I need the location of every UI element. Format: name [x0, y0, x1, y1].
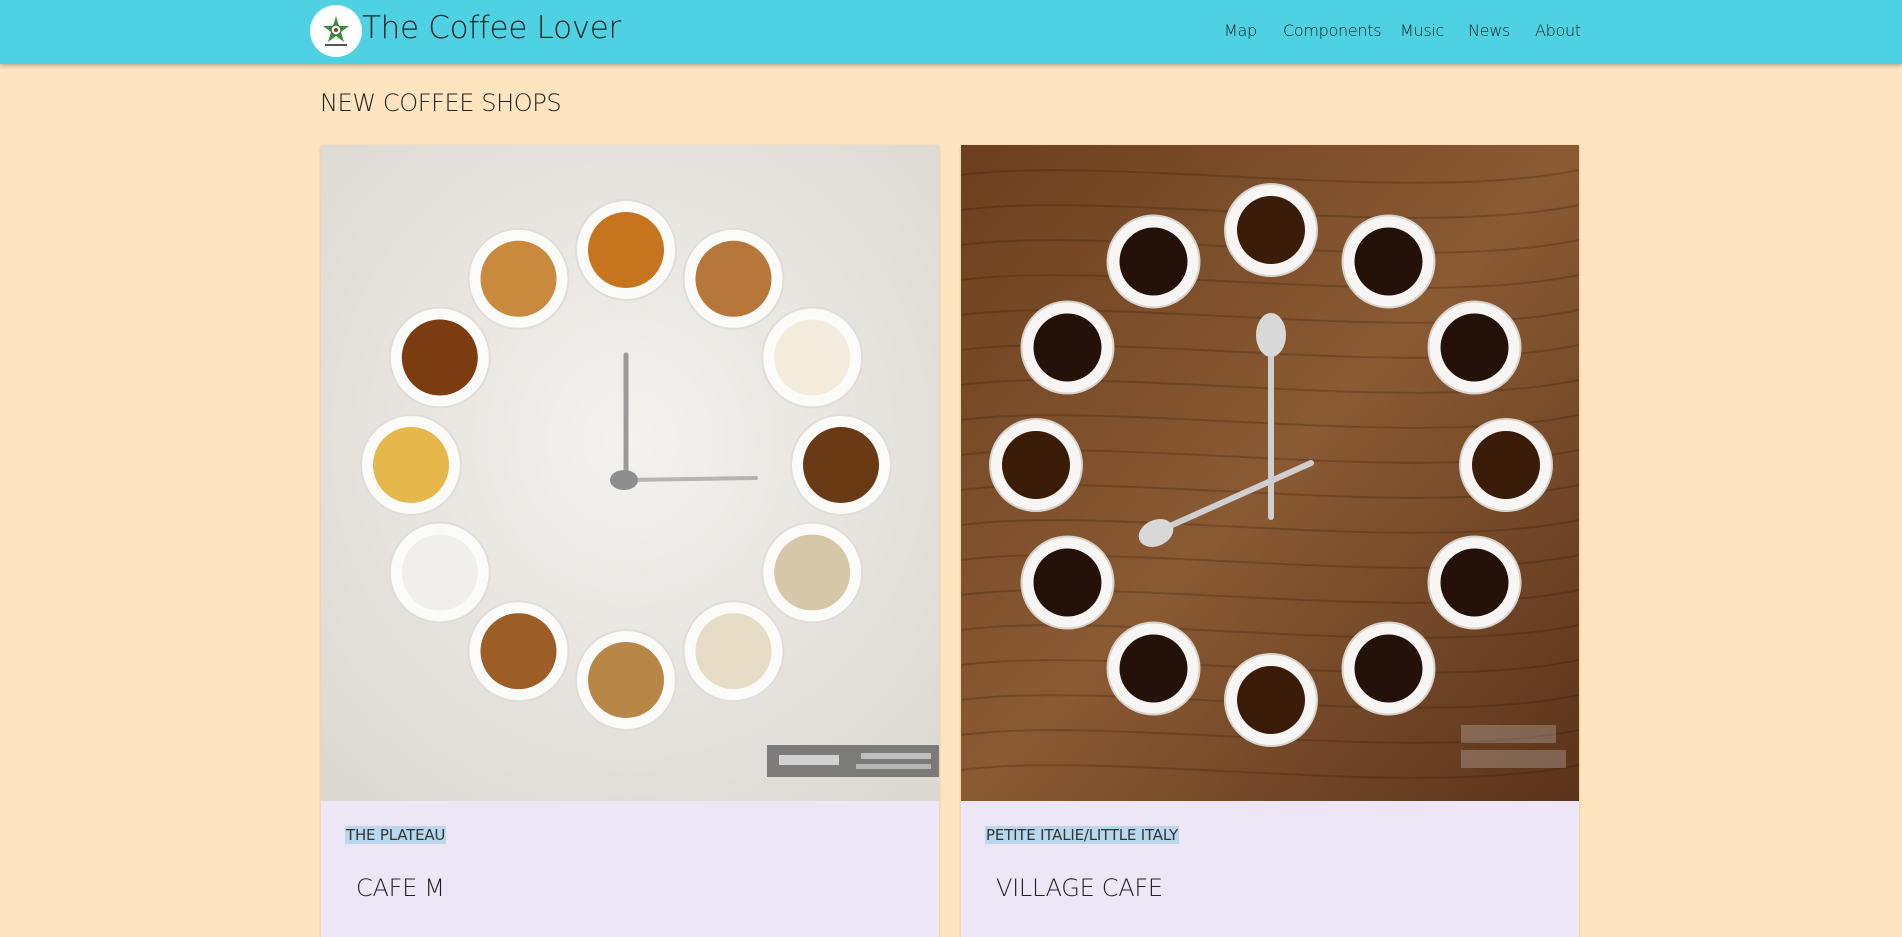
nav-link-about[interactable]: About — [1535, 21, 1581, 40]
coffee-shop-card[interactable]: PETITE ITALIE/LITTLE ITALY VILLAGE CAFE — [961, 145, 1579, 937]
nav-link-news[interactable]: News — [1468, 21, 1510, 40]
brand-logo-icon[interactable] — [310, 5, 362, 57]
card-title[interactable]: VILLAGE CAFE — [996, 874, 1163, 902]
brand-title[interactable]: The Coffee Lover — [362, 10, 621, 46]
nav-link-map[interactable]: Map — [1224, 21, 1257, 40]
card-title[interactable]: CAFE M — [356, 874, 445, 902]
nav-link-components[interactable]: Components — [1283, 21, 1382, 40]
section-heading: NEW COFFEE SHOPS — [320, 89, 562, 117]
card-neighborhood-label: PETITE ITALIE/LITTLE ITALY — [985, 826, 1179, 844]
coffee-cup-clock-wood-photo[interactable] — [961, 145, 1579, 801]
coffee-cup-clock-light-photo[interactable] — [321, 145, 939, 801]
card-neighborhood-label: THE PLATEAU — [345, 826, 447, 844]
coffee-shop-card[interactable]: THE PLATEAU CAFE M — [321, 145, 939, 937]
top-navbar: The Coffee Lover Map Components Music Ne… — [0, 0, 1902, 64]
nav-link-music[interactable]: Music — [1400, 21, 1444, 40]
